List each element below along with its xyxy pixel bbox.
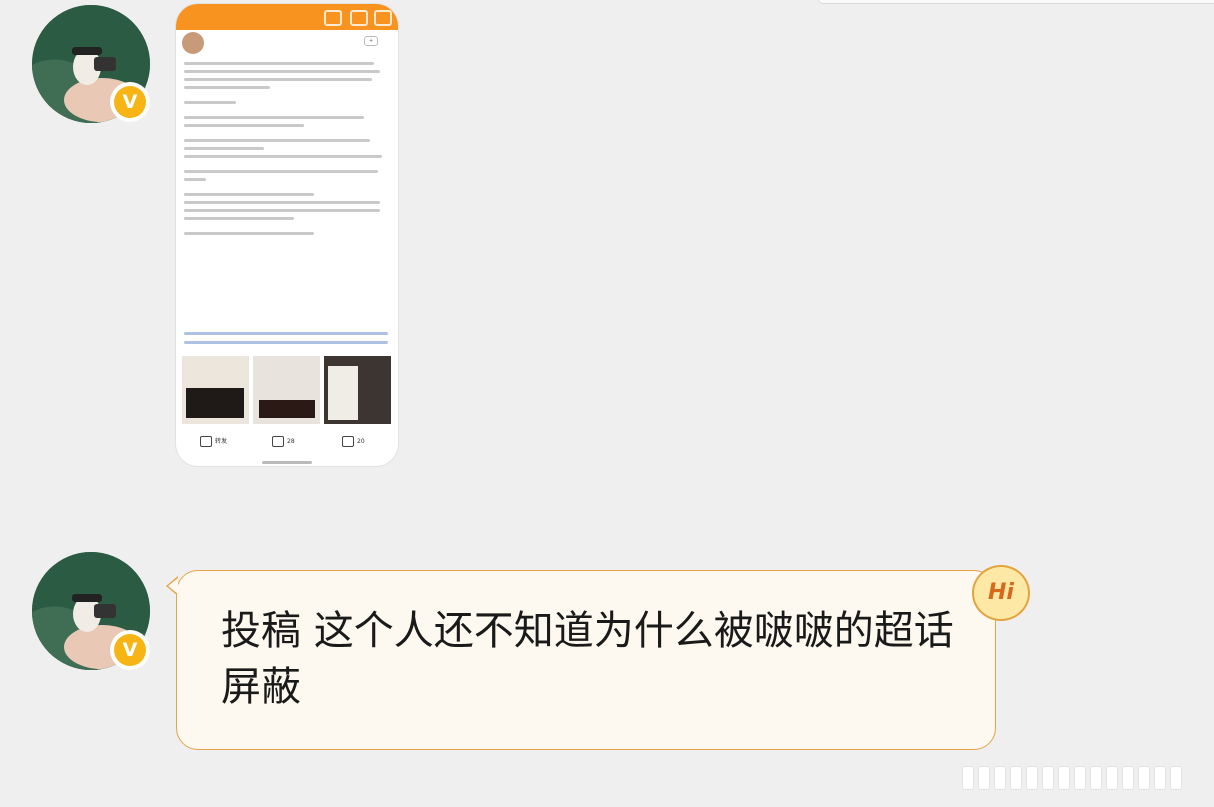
follow-button: + [364,36,379,46]
home-indicator [262,461,312,464]
close-icon [374,10,392,26]
share-icon [200,436,212,447]
post-author-avatar [182,32,204,54]
like-icon [342,436,354,447]
post-image [253,356,320,424]
post-body-text [184,62,390,240]
post-images [182,356,392,424]
verified-badge-icon: V [110,630,150,670]
like-action: 20 [342,436,365,447]
verified-badge-icon: V [110,82,150,122]
comment-action: 28 [272,436,295,447]
bubble-tail-fill [168,578,178,594]
comment-icon [272,436,284,447]
share-action: 转发 [200,436,227,447]
previous-message-edge [818,0,1214,4]
hi-sticker-text: Hi [988,580,1014,605]
verified-badge-letter: V [114,634,146,666]
hi-sticker-icon: Hi [972,565,1030,621]
message-bubble[interactable]: 投稿 这个人还不知道为什么被啵啵的超话屏蔽 [176,570,996,750]
camera-icon [324,10,342,26]
menu-icon [350,10,368,26]
message-text: 投稿 这个人还不知道为什么被啵啵的超话屏蔽 [221,608,954,710]
watermark [962,766,1202,792]
post-action-bar: 转发 28 20 [176,430,398,456]
post-image [324,356,391,424]
post-image [182,356,249,424]
verified-badge-letter: V [114,86,146,118]
post-hashtags [184,332,390,350]
post-screenshot-header [176,4,398,30]
post-header: + [182,32,392,58]
image-message[interactable]: + 转发 28 20 [176,4,398,466]
